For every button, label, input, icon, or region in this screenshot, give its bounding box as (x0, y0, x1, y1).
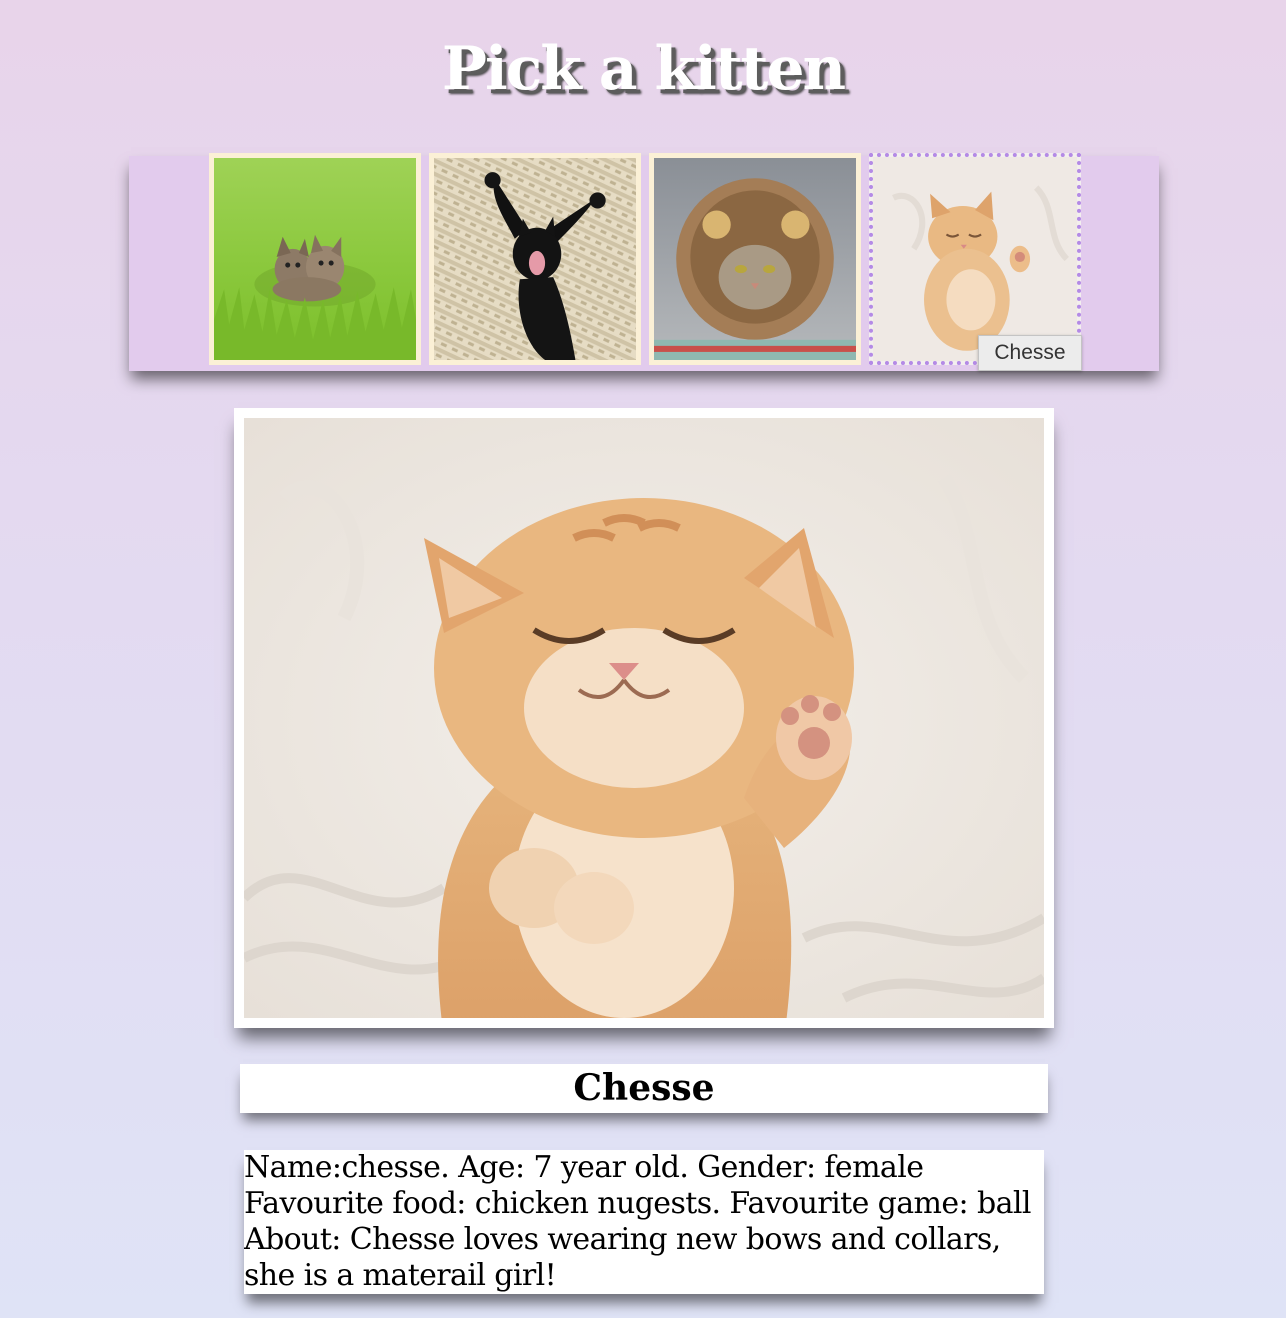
thumbnail-ginger-kitten[interactable] (869, 153, 1081, 365)
ginger-kitten-image (873, 157, 1077, 361)
black-kitten-image (434, 158, 636, 360)
page-title: Pick a kitten (441, 34, 846, 104)
ginger-kitten-large-image (244, 418, 1044, 1018)
kittens-grass-image (214, 158, 416, 360)
selected-kitten-photo (234, 408, 1054, 1028)
lion-cat-image (654, 158, 856, 360)
thumbnail-kittens-grass[interactable] (209, 153, 421, 365)
kitten-name-heading: Chesse (573, 1067, 715, 1109)
thumbnail-black-kitten[interactable] (429, 153, 641, 365)
kitten-description: Name:chesse. Age: 7 year old. Gender: fe… (244, 1150, 1044, 1294)
kitten-name-panel: Chesse (240, 1064, 1048, 1113)
thumbnail-lion-cat[interactable] (649, 153, 861, 365)
thumbnail-tooltip: Chesse (978, 335, 1082, 371)
